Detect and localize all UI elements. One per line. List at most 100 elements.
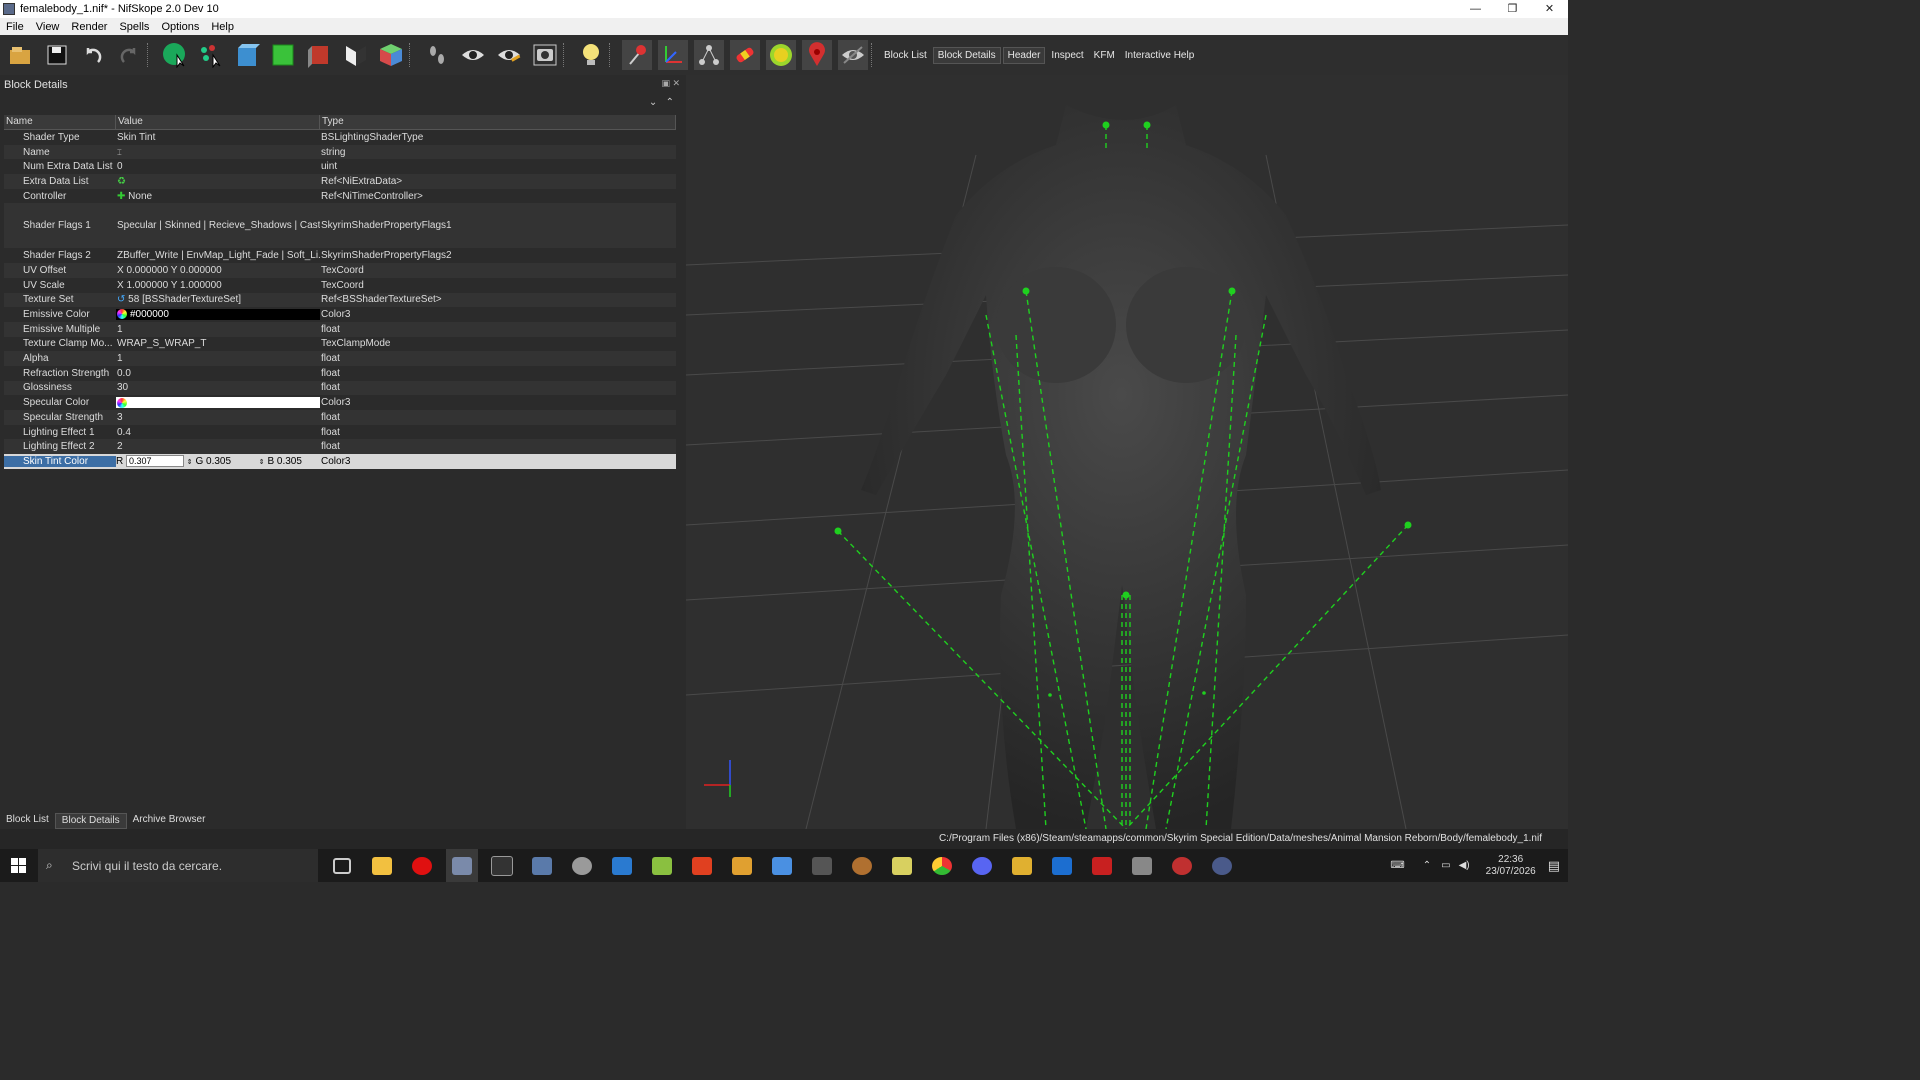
show-collision-icon[interactable]: [730, 40, 760, 70]
settings-gear-icon[interactable]: [1206, 849, 1238, 882]
show-nodes-icon[interactable]: [694, 40, 724, 70]
menu-options[interactable]: Options: [155, 21, 205, 33]
save-icon[interactable]: [42, 40, 72, 70]
toolbar-header[interactable]: Header: [1002, 46, 1046, 64]
view-top-icon[interactable]: [268, 40, 298, 70]
blue-spinbox[interactable]: 0.305: [277, 456, 320, 467]
redo-icon[interactable]: [114, 40, 144, 70]
keyboard-icon[interactable]: ⌨: [1390, 860, 1404, 871]
discord-icon[interactable]: [966, 849, 998, 882]
table-row[interactable]: Alpha 1 float: [4, 351, 676, 366]
arrow-app-icon[interactable]: [726, 849, 758, 882]
toolbar-interactive-help[interactable]: Interactive Help: [1121, 48, 1198, 63]
table-row[interactable]: Lighting Effect 1 0.4 float: [4, 425, 676, 440]
open-file-icon[interactable]: [6, 40, 36, 70]
foxit-icon[interactable]: [686, 849, 718, 882]
chevron-up-icon[interactable]: ⌃: [1423, 860, 1431, 871]
tools-icon[interactable]: [1126, 849, 1158, 882]
gimp-icon[interactable]: [846, 849, 878, 882]
menu-file[interactable]: File: [0, 21, 30, 33]
dock-buttons[interactable]: ▣ ✕: [661, 78, 680, 89]
nifskope-taskbar-icon[interactable]: [446, 849, 478, 882]
tab-archive-browser[interactable]: Archive Browser: [127, 813, 212, 829]
minimize-button[interactable]: —: [1457, 0, 1494, 18]
notepad-icon[interactable]: [646, 849, 678, 882]
view-front-icon[interactable]: [232, 40, 262, 70]
toolbar-kfm[interactable]: KFM: [1090, 48, 1119, 63]
table-row[interactable]: Shader Type Skin Tint BSLightingShaderType: [4, 130, 676, 145]
tab-block-details[interactable]: Block Details: [54, 813, 127, 829]
archive-icon[interactable]: [1006, 849, 1038, 882]
chrome-icon[interactable]: [926, 849, 958, 882]
tab-block-list[interactable]: Block List: [0, 813, 55, 829]
toolbar-block-list[interactable]: Block List: [880, 48, 931, 63]
menu-view[interactable]: View: [30, 21, 66, 33]
recorder-icon[interactable]: [1166, 849, 1198, 882]
restore-button[interactable]: ❐: [1494, 0, 1531, 18]
table-row[interactable]: Refraction Strength 0.0 float: [4, 366, 676, 381]
toolbar-inspect[interactable]: Inspect: [1047, 48, 1087, 63]
table-row[interactable]: Num Extra Data List 0 uint: [4, 159, 676, 174]
red-app-icon[interactable]: [1086, 849, 1118, 882]
table-row-selected[interactable]: Skin Tint Color R 0.307 ⇕ G 0.305 ⇕ B 0.…: [4, 454, 676, 469]
notification-icon[interactable]: ▤: [1548, 858, 1560, 874]
windows-start-icon[interactable]: [0, 849, 38, 882]
table-row[interactable]: Texture Set ↺ 58 [BSShaderTextureSet] Ref<…: [4, 292, 676, 308]
table-row[interactable]: Extra Data List ♻ Ref<NiExtraData>: [4, 174, 676, 189]
ninety-nine-icon[interactable]: [806, 849, 838, 882]
spin-arrows-icon[interactable]: ⇕: [187, 459, 193, 466]
menu-spells[interactable]: Spells: [113, 21, 155, 33]
render-viewport[interactable]: [686, 75, 1568, 829]
lighting-icon[interactable]: [576, 40, 606, 70]
network-icon[interactable]: ▭: [1441, 860, 1450, 871]
table-row[interactable]: Lighting Effect 2 2 float: [4, 439, 676, 455]
paint-icon[interactable]: [566, 849, 598, 882]
taskbar-search[interactable]: ⌕ Scrivi qui il testo da cercare.: [38, 849, 318, 882]
table-row[interactable]: Shader Flags 1 Specular | Skinned | Recie…: [4, 203, 676, 249]
table-row[interactable]: Texture Clamp Mo... WRAP_S_WRAP_T TexClamp…: [4, 337, 676, 352]
clock[interactable]: 22:36 23/07/2026: [1486, 854, 1536, 878]
show-constraints-icon[interactable]: [766, 40, 796, 70]
task-view-icon[interactable]: [326, 849, 358, 882]
menu-help[interactable]: Help: [205, 21, 240, 33]
collapse-expand-arrows[interactable]: ⌄ ⌃: [649, 97, 674, 108]
header-name[interactable]: Name: [4, 115, 116, 129]
app-icon[interactable]: [486, 849, 518, 882]
show-axes-icon[interactable]: [658, 40, 688, 70]
rgb-editor[interactable]: R 0.307 ⇕ G 0.305 ⇕ B 0.305 ⇕: [116, 455, 320, 468]
select-vertex-icon[interactable]: [196, 40, 226, 70]
volume-icon[interactable]: ◀): [1459, 860, 1470, 871]
table-row[interactable]: UV Offset X 0.000000 Y 0.000000 TexCoord: [4, 263, 676, 278]
table-row[interactable]: Glossiness 30 float: [4, 380, 676, 396]
close-button[interactable]: ✕: [1531, 0, 1568, 18]
show-markers-pin-icon[interactable]: [802, 40, 832, 70]
photoshop-icon[interactable]: [1046, 849, 1078, 882]
select-object-icon[interactable]: [160, 40, 190, 70]
table-row[interactable]: UV Scale X 1.000000 Y 1.000000 TexCoord: [4, 278, 676, 293]
map-app-icon[interactable]: [886, 849, 918, 882]
menu-render[interactable]: Render: [65, 21, 113, 33]
toolbar-block-details[interactable]: Block Details: [932, 46, 1001, 64]
undo-icon[interactable]: [78, 40, 108, 70]
table-row[interactable]: Name ⌶ string: [4, 144, 676, 160]
green-spinbox[interactable]: 0.305: [206, 456, 256, 467]
table-row[interactable]: Specular Strength 3 float: [4, 410, 676, 425]
window-app-icon[interactable]: [606, 849, 638, 882]
walk-mode-icon[interactable]: [422, 40, 452, 70]
header-type[interactable]: Type: [320, 115, 676, 129]
view-flip-icon[interactable]: [340, 40, 370, 70]
table-row[interactable]: Emissive Multiple 1 float: [4, 321, 676, 337]
feather-icon[interactable]: [526, 849, 558, 882]
monitor-icon[interactable]: [766, 849, 798, 882]
table-row[interactable]: Specular Color Color3: [4, 395, 676, 410]
table-row[interactable]: Shader Flags 2 ZBuffer_Write | EnvMap_Lig…: [4, 248, 676, 263]
red-spinbox[interactable]: 0.307: [126, 455, 185, 468]
opera-icon[interactable]: [406, 849, 438, 882]
screenshot-icon[interactable]: [530, 40, 560, 70]
eye-pencil-icon[interactable]: [494, 40, 524, 70]
view-side-icon[interactable]: [304, 40, 334, 70]
header-value[interactable]: Value: [116, 115, 320, 129]
view-perspective-icon[interactable]: [376, 40, 406, 70]
table-row[interactable]: Controller ✚ None Ref<NiTimeController>: [4, 189, 676, 204]
show-hidden-icon[interactable]: [838, 40, 868, 70]
